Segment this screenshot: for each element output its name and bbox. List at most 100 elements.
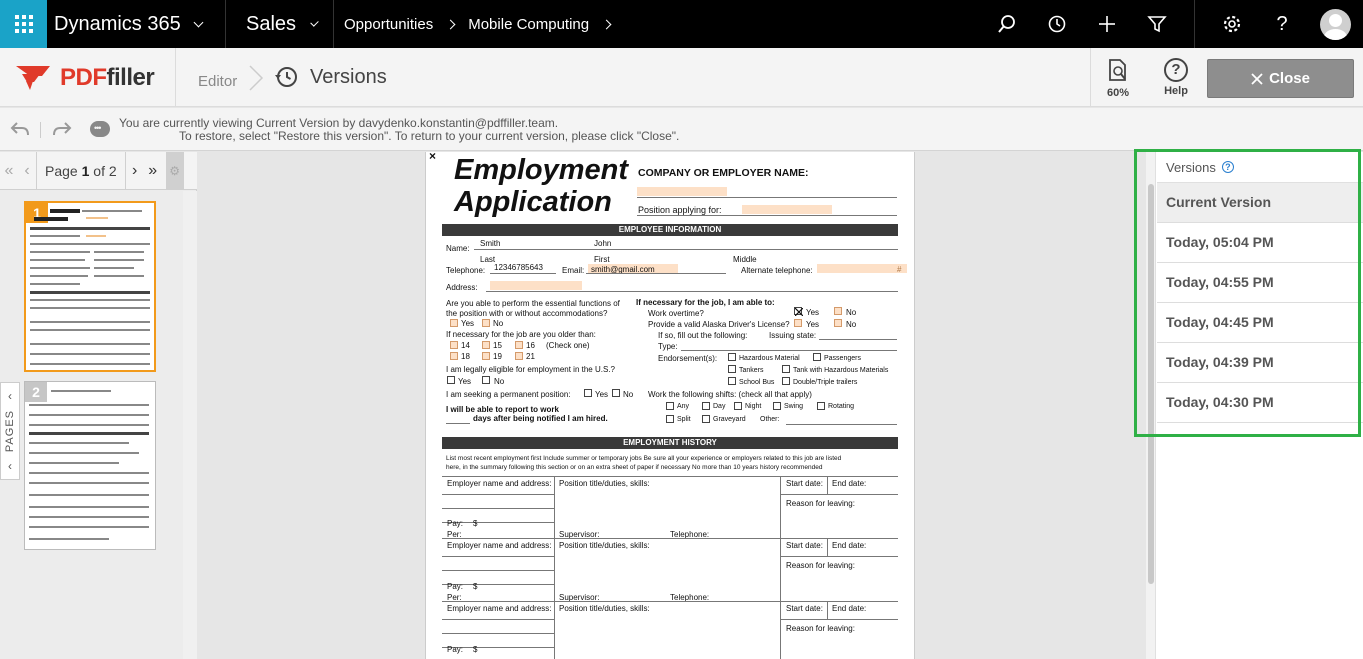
- filter-icon[interactable]: [1132, 0, 1182, 48]
- age-checkbox[interactable]: [450, 352, 458, 360]
- app-switcher[interactable]: Dynamics 365: [47, 13, 225, 36]
- user-avatar[interactable]: [1307, 0, 1363, 48]
- last-page-icon[interactable]: »: [144, 162, 162, 180]
- versions-header: Versions ?: [1157, 152, 1363, 183]
- dollar-sign: $: [473, 519, 478, 528]
- address-field[interactable]: [490, 281, 582, 290]
- yes-label: Yes: [806, 308, 820, 317]
- version-current[interactable]: Current Version: [1157, 183, 1363, 223]
- logo-filler-text: filler: [106, 64, 155, 91]
- company-field[interactable]: [637, 187, 727, 196]
- permanent-no-checkbox[interactable]: [612, 389, 620, 397]
- first-name-value[interactable]: John: [594, 239, 611, 248]
- endorsement-checkbox[interactable]: [813, 353, 821, 361]
- thumbnail-scrollbar[interactable]: [183, 191, 197, 659]
- page-thumbnail-2[interactable]: 2: [24, 381, 156, 550]
- pages-tab[interactable]: ‹ PAGES ‹: [0, 382, 20, 480]
- shift-checkbox[interactable]: [666, 402, 674, 410]
- undo-icon[interactable]: [10, 120, 30, 138]
- breadcrumb-record[interactable]: Mobile Computing: [468, 16, 589, 33]
- section-employment-history: EMPLOYMENT HISTORY: [442, 437, 898, 449]
- recent-history-icon[interactable]: [1032, 0, 1082, 48]
- no-label: No: [846, 320, 857, 329]
- gear-icon[interactable]: [1207, 0, 1257, 48]
- shift-checkbox[interactable]: [666, 415, 674, 423]
- essential-no-checkbox[interactable]: [482, 319, 490, 327]
- breadcrumb-opportunities[interactable]: Opportunities: [344, 16, 433, 33]
- prev-page-icon[interactable]: ‹: [18, 162, 36, 180]
- scrollbar-thumb[interactable]: [1148, 184, 1154, 584]
- redo-icon[interactable]: [52, 120, 72, 138]
- version-item[interactable]: Today, 05:04 PM: [1157, 223, 1363, 263]
- reason-label: Reason for leaving:: [786, 561, 855, 570]
- thumb-settings-icon[interactable]: ⚙: [165, 151, 184, 190]
- employer-label: Employer name and address:: [447, 541, 552, 550]
- age-label: 16: [526, 341, 535, 350]
- area-name-label: Sales: [246, 12, 297, 35]
- overtime-yes-checkbox[interactable]: [794, 307, 804, 317]
- pay-label: Pay:: [447, 519, 464, 528]
- close-button[interactable]: Close: [1207, 59, 1354, 98]
- search-icon[interactable]: [982, 0, 1032, 48]
- age-checkbox[interactable]: [482, 352, 490, 360]
- help-question-icon[interactable]: ?: [1257, 0, 1307, 48]
- permanent-yes-checkbox[interactable]: [584, 389, 592, 397]
- age-label: 21: [526, 352, 535, 361]
- shift-label: Split: [677, 416, 691, 423]
- first-page-icon[interactable]: «: [0, 162, 18, 180]
- endorsement-label: Double/Triple trailers: [793, 379, 858, 386]
- area-switcher[interactable]: Sales: [226, 13, 333, 36]
- overtime-no-checkbox[interactable]: [834, 307, 842, 315]
- page-thumbnail-1[interactable]: 1: [24, 201, 156, 372]
- essential-yes-checkbox[interactable]: [450, 319, 458, 327]
- help-button[interactable]: ? Help: [1156, 58, 1196, 97]
- page-indicator: Page 1 of 2: [36, 151, 126, 190]
- alaska-no-checkbox[interactable]: [834, 319, 842, 327]
- zoom-button[interactable]: 60%: [1100, 58, 1136, 99]
- endorsement-checkbox[interactable]: [782, 365, 790, 373]
- other-label: Other:: [760, 416, 780, 423]
- endorsement-checkbox[interactable]: [728, 377, 736, 385]
- age-checkbox[interactable]: [515, 352, 523, 360]
- alt-telephone-field[interactable]: [817, 264, 907, 273]
- close-icon: [1251, 72, 1263, 85]
- age-checkbox[interactable]: [450, 341, 458, 349]
- no-label: No: [493, 319, 504, 328]
- first-label: First: [594, 255, 610, 264]
- chevron-right-icon[interactable]: [601, 19, 612, 29]
- editor-link[interactable]: Editor: [198, 73, 237, 90]
- position-duties-label: Position title/duties, skills:: [559, 479, 650, 488]
- eligible-yes-checkbox[interactable]: [447, 376, 455, 384]
- position-field[interactable]: [742, 205, 832, 214]
- close-x-icon[interactable]: ×: [429, 152, 436, 163]
- version-item[interactable]: Today, 04:45 PM: [1157, 303, 1363, 343]
- endorsement-checkbox[interactable]: [728, 353, 736, 361]
- versions-scrollbar[interactable]: [1146, 152, 1156, 659]
- breadcrumb: Opportunities Mobile Computing: [334, 16, 612, 33]
- plus-icon[interactable]: [1082, 0, 1132, 48]
- q-report-2: days after being notified I am hired.: [473, 414, 608, 423]
- shift-checkbox[interactable]: [817, 402, 825, 410]
- telephone-value[interactable]: 12346785643: [494, 263, 543, 272]
- avatar-icon: [1319, 8, 1351, 40]
- last-name-value[interactable]: Smith: [480, 239, 500, 248]
- age-checkbox[interactable]: [515, 341, 523, 349]
- info-question-icon[interactable]: ?: [1221, 161, 1234, 173]
- issuing-label: Issuing state:: [769, 331, 817, 340]
- alaska-yes-checkbox[interactable]: [794, 319, 802, 327]
- endorsement-checkbox[interactable]: [728, 365, 736, 373]
- version-item[interactable]: Today, 04:55 PM: [1157, 263, 1363, 303]
- shift-checkbox[interactable]: [702, 415, 710, 423]
- endorsement-checkbox[interactable]: [782, 377, 790, 385]
- zoom-document-icon: [1109, 59, 1126, 81]
- eligible-no-checkbox[interactable]: [482, 376, 490, 384]
- next-page-icon[interactable]: ›: [126, 162, 144, 180]
- version-item[interactable]: Today, 04:39 PM: [1157, 343, 1363, 383]
- app-launcher-icon[interactable]: [0, 0, 47, 48]
- version-item[interactable]: Today, 04:30 PM: [1157, 383, 1363, 423]
- shift-checkbox[interactable]: [702, 402, 710, 410]
- shift-checkbox[interactable]: [734, 402, 742, 410]
- shift-label: Rotating: [828, 403, 855, 410]
- shift-checkbox[interactable]: [773, 402, 781, 410]
- age-checkbox[interactable]: [482, 341, 490, 349]
